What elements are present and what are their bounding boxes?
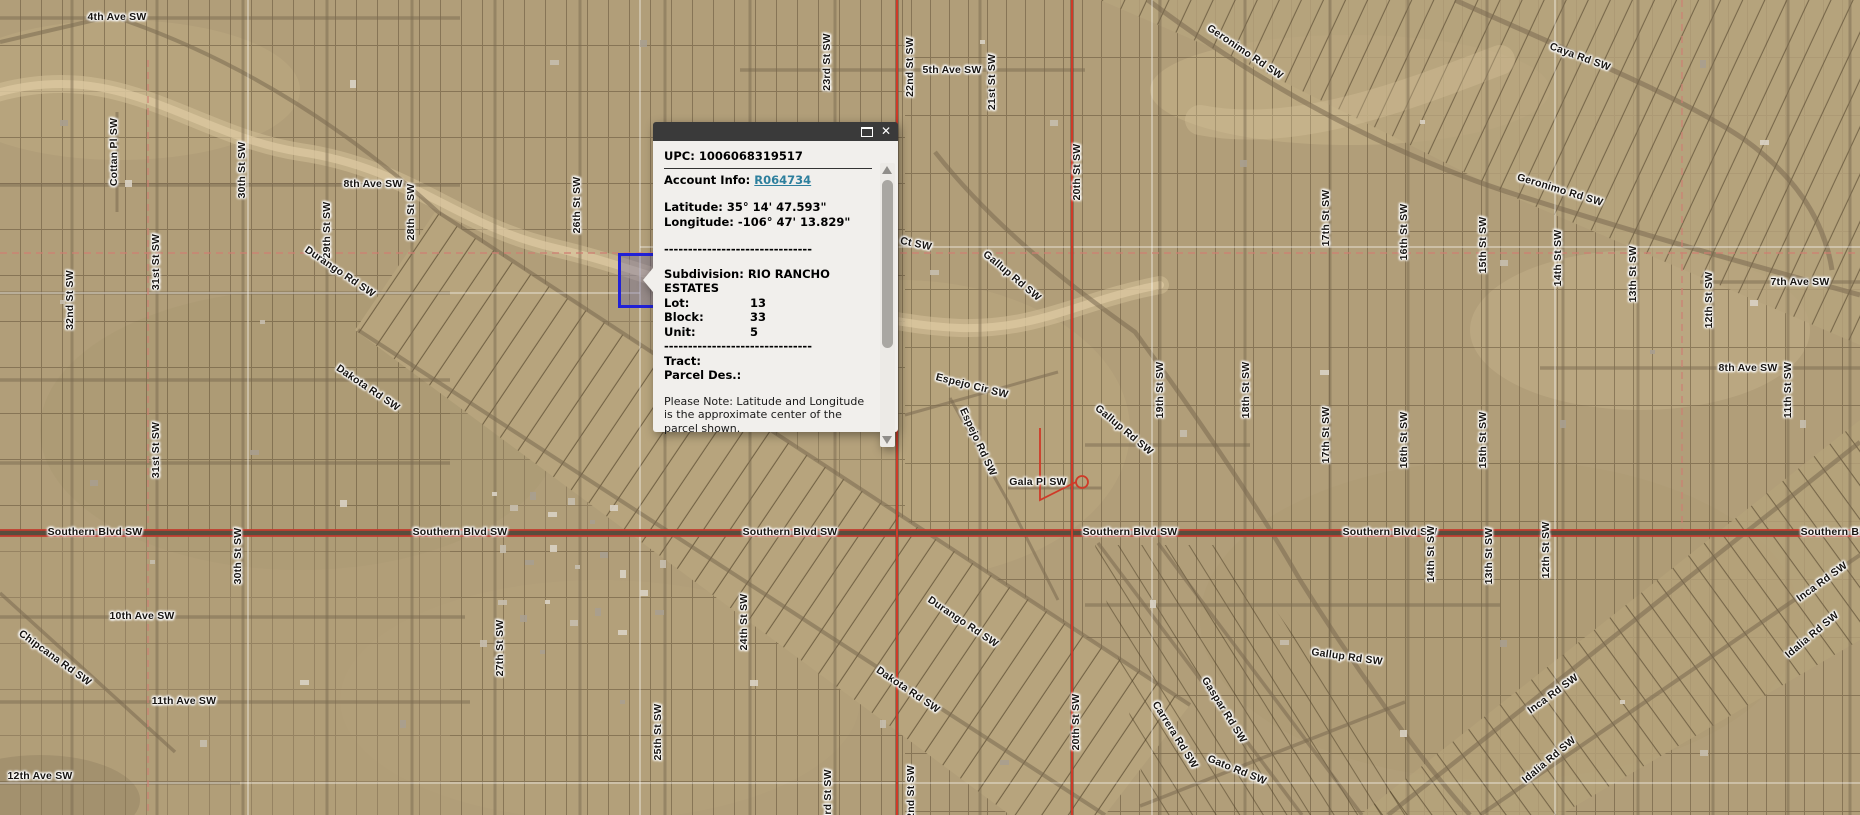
street-label: 11th Ave SW (152, 695, 216, 707)
street-label: 25th St SW (652, 704, 664, 761)
scrollbar-thumb[interactable] (882, 180, 893, 348)
street-label: 8th Ave SW (344, 178, 403, 190)
street-label: 17th St SW (1320, 407, 1332, 464)
street-label: 28th St SW (405, 184, 417, 241)
dash-separator: ------------------------------- (664, 339, 872, 354)
popup-callout-tail (643, 268, 653, 292)
map-application: 4th Ave SW Cottan Pl SW 30th St SW 8th Ave … (0, 0, 1860, 815)
popup-title-bar[interactable]: ✕ (653, 122, 898, 141)
unit-value: 5 (750, 325, 758, 340)
street-label: 23rd St SW (822, 769, 834, 815)
street-label: Southern Blvd SW (1343, 526, 1438, 538)
street-label: 30th St SW (232, 528, 244, 585)
street-label: 12th St SW (1540, 522, 1552, 579)
street-label: 20th St SW (1071, 144, 1083, 201)
close-icon[interactable]: ✕ (881, 125, 891, 137)
street-label: 22nd St SW (904, 37, 916, 97)
street-label: Southern Blvd SW (413, 526, 508, 538)
lot-label: Lot: (664, 296, 750, 311)
divider-rule (664, 168, 872, 169)
street-label: 29th St SW (321, 202, 333, 259)
street-label: 5th Ave SW (923, 64, 982, 76)
latitude-line: Latitude: 35° 14' 47.593" (664, 200, 872, 215)
street-label: 32nd St SW (64, 270, 76, 330)
street-label: 23rd St SW (821, 33, 833, 90)
account-label: Account Info: (664, 173, 750, 187)
street-label: 15th St SW (1477, 217, 1489, 274)
street-label: 24th St SW (738, 594, 750, 651)
lot-value: 13 (750, 296, 766, 311)
street-label: Cottan Pl SW (108, 118, 120, 186)
unit-label: Unit: (664, 325, 750, 340)
street-label: 12th St SW (1703, 272, 1715, 329)
dash-separator: ------------------------------- (664, 242, 872, 257)
street-label: Southern Blvd SW (1801, 526, 1860, 538)
parcel-info-popup: ✕ UPC: 1006068319517 Account Info: R0647… (653, 122, 898, 432)
parcel-des-line: Parcel Des.: (664, 368, 872, 383)
latitude-label: Latitude: (664, 200, 723, 214)
street-label: 20th St SW (1070, 694, 1082, 751)
scroll-up-icon[interactable] (882, 166, 892, 174)
street-label: 11th St SW (1782, 362, 1794, 418)
street-label: 16th St SW (1398, 204, 1410, 261)
street-label: 13th St SW (1483, 528, 1495, 585)
upc-value: 1006068319517 (699, 149, 803, 163)
block-value: 33 (750, 310, 766, 325)
account-line: Account Info: R064734 (664, 173, 872, 188)
block-row: Block: 33 (664, 310, 872, 325)
street-label: 22nd St SW (905, 765, 917, 815)
upc-line: UPC: 1006068319517 (664, 149, 872, 164)
street-label: 7th Ave SW (1771, 276, 1830, 288)
street-label: 10th Ave SW (109, 610, 174, 622)
latitude-value: 35° 14' 47.593" (727, 200, 827, 214)
street-label: 27th St SW (494, 620, 506, 677)
street-label: 18th St SW (1240, 362, 1252, 419)
popup-note: Please Note: Latitude and Longitude is t… (664, 395, 872, 436)
street-label: 21st St SW (986, 54, 998, 110)
upc-label: UPC: (664, 149, 695, 163)
parcel-des-label: Parcel Des.: (664, 368, 741, 382)
street-label: 17th St SW (1320, 190, 1332, 247)
subdivision-line: Subdivision: RIO RANCHO ESTATES (664, 267, 872, 296)
maximize-icon[interactable] (861, 127, 873, 137)
street-label: 14th St SW (1552, 230, 1564, 287)
satellite-map[interactable] (0, 0, 1860, 815)
popup-body: UPC: 1006068319517 Account Info: R064734… (653, 141, 898, 432)
street-label: 4th Ave SW (88, 11, 147, 23)
longitude-label: Longitude: (664, 215, 734, 229)
street-label: Southern Blvd SW (48, 526, 143, 538)
street-label: 16th St SW (1398, 412, 1410, 469)
street-label: 19th St SW (1154, 362, 1166, 419)
popup-scrollbar[interactable] (880, 163, 895, 447)
lot-row: Lot: 13 (664, 296, 872, 311)
tract-line: Tract: (664, 354, 872, 369)
street-label: 30th St SW (236, 142, 248, 199)
street-label: 26th St SW (571, 177, 583, 234)
street-label: 15th St SW (1477, 412, 1489, 469)
subdivision-label: Subdivision: (664, 267, 744, 281)
street-label: 12th Ave SW (7, 770, 72, 782)
street-label: 13th St SW (1627, 246, 1639, 303)
tract-label: Tract: (664, 354, 701, 368)
unit-row: Unit: 5 (664, 325, 872, 340)
street-label: Southern Blvd SW (743, 526, 838, 538)
street-label: 8th Ave SW (1719, 362, 1778, 374)
longitude-line: Longitude: -106° 47' 13.829" (664, 215, 872, 230)
longitude-value: -106° 47' 13.829" (738, 215, 850, 229)
street-label: 31st St SW (150, 422, 162, 478)
street-label: 14th St SW (1425, 526, 1437, 583)
street-label: Gala Pl SW (1009, 476, 1066, 488)
account-link[interactable]: R064734 (754, 173, 811, 187)
street-label: 31st St SW (150, 234, 162, 290)
block-label: Block: (664, 310, 750, 325)
street-label: Southern Blvd SW (1083, 526, 1178, 538)
scroll-down-icon[interactable] (882, 436, 892, 444)
